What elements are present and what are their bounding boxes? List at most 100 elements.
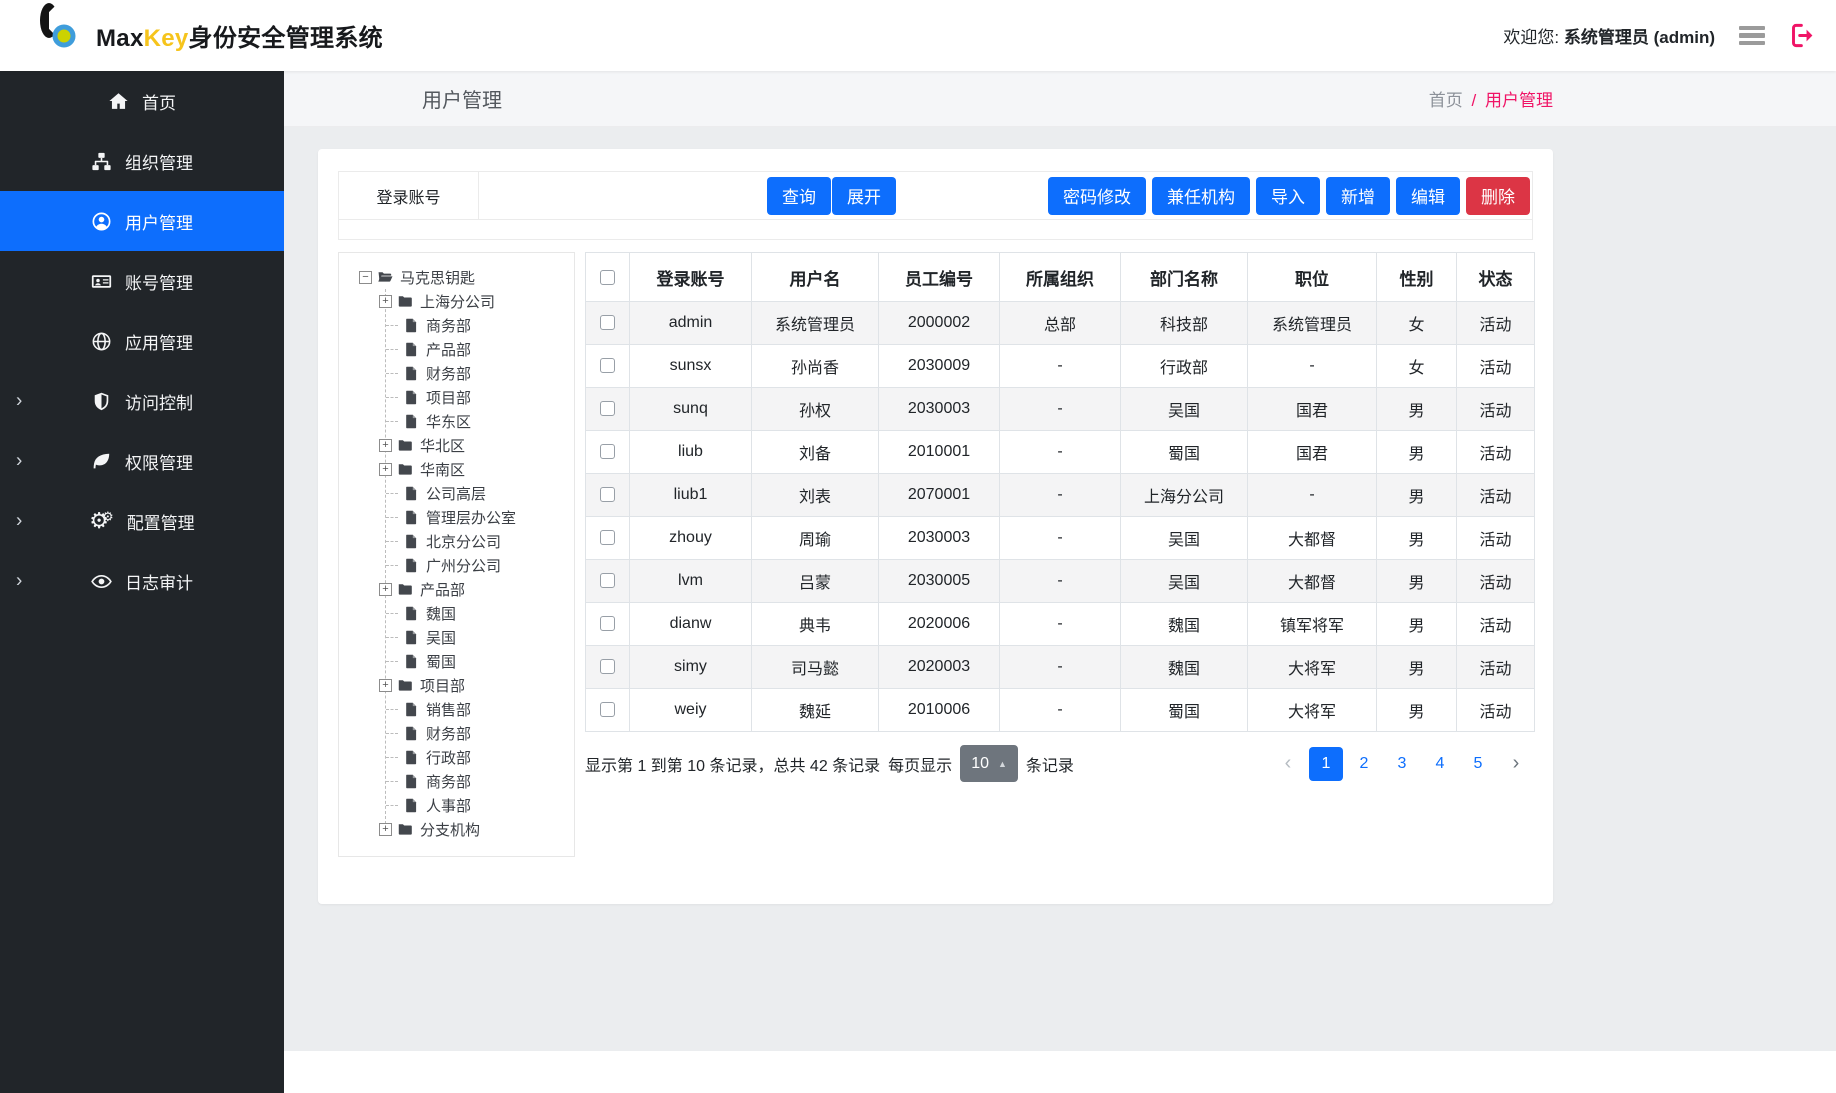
tree-node-魏国[interactable]: 魏国: [357, 601, 574, 625]
row-checkbox[interactable]: [600, 401, 615, 416]
shield-icon: [91, 391, 112, 412]
tree-connector: [386, 517, 398, 518]
records-suffix: 条记录: [1026, 752, 1074, 776]
tree-node-管理层办公室[interactable]: 管理层办公室: [357, 505, 574, 529]
file-icon: [403, 413, 420, 430]
tree-node-产品部[interactable]: 产品部: [357, 337, 574, 361]
cell-所属组织: -: [1000, 560, 1121, 603]
hamburger-menu-icon[interactable]: [1735, 22, 1769, 50]
tree-connector: [386, 613, 398, 614]
sidebar-item-组织管理[interactable]: 组织管理: [0, 131, 284, 191]
pagination-page-3[interactable]: 3: [1385, 747, 1419, 781]
pagination-next[interactable]: ›: [1499, 747, 1533, 781]
tree-node-财务部[interactable]: 财务部: [357, 361, 574, 385]
sidebar-item-配置管理[interactable]: ›⚙⚙配置管理: [0, 491, 284, 551]
table-row-liub[interactable]: liub刘备2010001-蜀国国君男活动: [586, 431, 1535, 474]
新增-button[interactable]: 新增: [1326, 177, 1390, 215]
tree-node-吴国[interactable]: 吴国: [357, 625, 574, 649]
tree-node-华北区[interactable]: +华北区: [357, 433, 574, 457]
tree-node-广州分公司[interactable]: 广州分公司: [357, 553, 574, 577]
sidebar-item-账号管理[interactable]: 账号管理: [0, 251, 284, 311]
sidebar-item-权限管理[interactable]: ›权限管理: [0, 431, 284, 491]
sidebar-item-日志审计[interactable]: ›日志审计: [0, 551, 284, 611]
pagination-page-2[interactable]: 2: [1347, 747, 1381, 781]
sidebar-item-首页[interactable]: 首页: [0, 71, 284, 131]
row-checkbox[interactable]: [600, 659, 615, 674]
row-checkbox[interactable]: [600, 487, 615, 502]
table-row-admin[interactable]: admin系统管理员2000002总部科技部系统管理员女活动: [586, 302, 1535, 345]
tree-node-销售部[interactable]: 销售部: [357, 697, 574, 721]
cell-用户名: 孙尚香: [752, 345, 879, 388]
sidebar-item-应用管理[interactable]: 应用管理: [0, 311, 284, 371]
row-checkbox[interactable]: [600, 358, 615, 373]
tree-node-项目部[interactable]: +项目部: [357, 673, 574, 697]
select-all-checkbox[interactable]: [600, 270, 615, 285]
sidebar-item-访问控制[interactable]: ›访问控制: [0, 371, 284, 431]
expand-node-icon[interactable]: +: [379, 583, 392, 596]
tree-connector: [386, 349, 398, 350]
tree-node-蜀国[interactable]: 蜀国: [357, 649, 574, 673]
cell-职位: -: [1248, 345, 1377, 388]
tree-node-华南区[interactable]: +华南区: [357, 457, 574, 481]
table-row-simy[interactable]: simy司马懿2020003-魏国大将军男活动: [586, 646, 1535, 689]
table-row-zhouy[interactable]: zhouy周瑜2030003-吴国大都督男活动: [586, 517, 1535, 560]
pagination-prev[interactable]: ‹: [1271, 747, 1305, 781]
导入-button[interactable]: 导入: [1256, 177, 1320, 215]
tree-node-分支机构[interactable]: +分支机构: [357, 817, 574, 841]
table-row-lvm[interactable]: lvm吕蒙2030005-吴国大都督男活动: [586, 560, 1535, 603]
tree-node-人事部[interactable]: 人事部: [357, 793, 574, 817]
tree-node-北京分公司[interactable]: 北京分公司: [357, 529, 574, 553]
row-checkbox[interactable]: [600, 315, 615, 330]
row-checkbox[interactable]: [600, 573, 615, 588]
tree-node-马克思钥匙[interactable]: −马克思钥匙: [357, 265, 574, 289]
row-checkbox[interactable]: [600, 530, 615, 545]
tree-node-商务部[interactable]: 商务部: [357, 313, 574, 337]
query-button[interactable]: 查询: [767, 177, 831, 215]
table-row-liub1[interactable]: liub1刘表2070001-上海分公司-男活动: [586, 474, 1535, 517]
login-account-input[interactable]: [479, 172, 767, 219]
table-row-sunq[interactable]: sunq孙权2030003-吴国国君男活动: [586, 388, 1535, 431]
expand-node-icon[interactable]: +: [379, 463, 392, 476]
pagination-page-1[interactable]: 1: [1309, 747, 1343, 781]
eye-icon: [91, 571, 112, 592]
tree-node-label: 公司高层: [425, 483, 486, 504]
pagination-page-4[interactable]: 4: [1423, 747, 1457, 781]
tree-node-财务部[interactable]: 财务部: [357, 721, 574, 745]
row-checkbox[interactable]: [600, 616, 615, 631]
column-header-部门名称: 部门名称: [1121, 253, 1248, 302]
page-size-dropdown[interactable]: 10 ▲: [960, 745, 1018, 782]
expand-node-icon[interactable]: +: [379, 823, 392, 836]
cell-登录账号: zhouy: [630, 517, 752, 560]
pagination-page-5[interactable]: 5: [1461, 747, 1495, 781]
chevron-right-icon: ›: [16, 512, 22, 531]
expand-node-icon[interactable]: +: [379, 679, 392, 692]
expand-button[interactable]: 展开: [832, 177, 896, 215]
sitemap-icon: [91, 151, 112, 172]
密码修改-button[interactable]: 密码修改: [1048, 177, 1146, 215]
search-toolbar: 登录账号 查询 展开 密码修改兼任机构导入新增编辑删除: [338, 171, 1533, 240]
删除-button[interactable]: 删除: [1466, 177, 1530, 215]
tree-node-产品部[interactable]: +产品部: [357, 577, 574, 601]
expand-node-icon[interactable]: +: [379, 439, 392, 452]
tree-node-公司高层[interactable]: 公司高层: [357, 481, 574, 505]
tree-node-上海分公司[interactable]: +上海分公司: [357, 289, 574, 313]
row-checkbox[interactable]: [600, 702, 615, 717]
cell-员工编号: 2030003: [879, 388, 1000, 431]
tree-node-华东区[interactable]: 华东区: [357, 409, 574, 433]
tree-node-行政部[interactable]: 行政部: [357, 745, 574, 769]
tree-node-项目部[interactable]: 项目部: [357, 385, 574, 409]
sidebar-item-用户管理[interactable]: 用户管理: [0, 191, 284, 251]
expand-node-icon[interactable]: +: [379, 295, 392, 308]
row-checkbox[interactable]: [600, 444, 615, 459]
collapse-node-icon[interactable]: −: [359, 271, 372, 284]
file-icon: [403, 365, 420, 382]
编辑-button[interactable]: 编辑: [1396, 177, 1460, 215]
breadcrumb-home-link[interactable]: 首页: [1429, 91, 1463, 110]
tree-node-商务部[interactable]: 商务部: [357, 769, 574, 793]
file-icon: [403, 701, 420, 718]
table-row-weiy[interactable]: weiy魏延2010006-蜀国大将军男活动: [586, 689, 1535, 732]
table-row-sunsx[interactable]: sunsx孙尚香2030009-行政部-女活动: [586, 345, 1535, 388]
sign-out-icon[interactable]: [1789, 22, 1816, 49]
兼任机构-button[interactable]: 兼任机构: [1152, 177, 1250, 215]
table-row-dianw[interactable]: dianw典韦2020006-魏国镇军将军男活动: [586, 603, 1535, 646]
